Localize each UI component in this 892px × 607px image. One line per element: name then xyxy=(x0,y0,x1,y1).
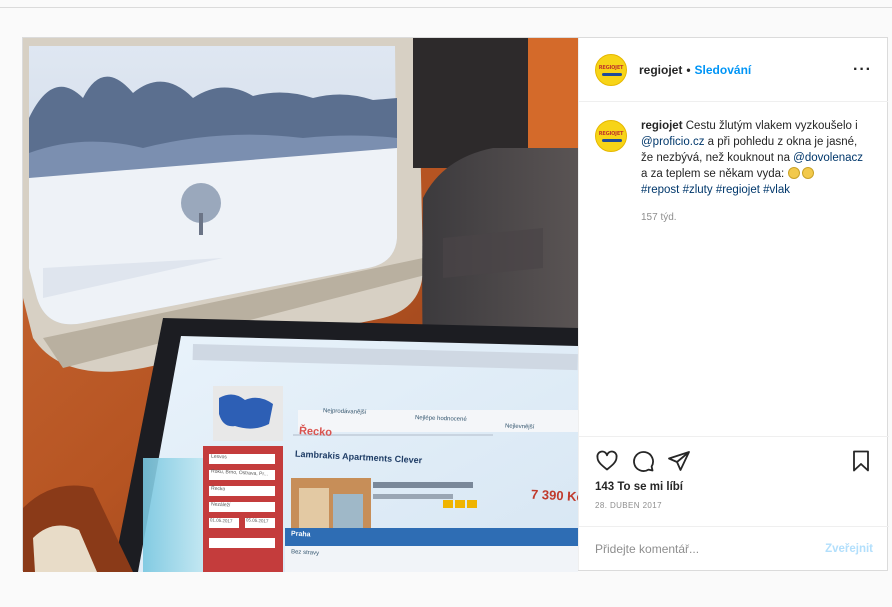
post-photo[interactable]: Řecko Lambrakis Apartments Clever 7 390 … xyxy=(23,38,578,572)
header-username[interactable]: regiojet xyxy=(639,63,682,77)
avatar-logo-text: REGIOJET xyxy=(598,64,624,71)
hashtag-zluty[interactable]: #zluty xyxy=(683,184,713,196)
post-actions: 143 To se mi líbí 28. DUBEN 2017 xyxy=(579,436,889,510)
post-sidebar: REGIOJET regiojet • Sledování ··· REGIOJ… xyxy=(578,38,889,570)
save-bookmark-icon[interactable] xyxy=(849,449,873,473)
caption-avatar-logo-text: REGIOJET xyxy=(598,131,624,137)
avatar-logo-bar xyxy=(602,72,622,76)
hashtag-repost[interactable]: #repost xyxy=(641,184,679,196)
caption-age[interactable]: 157 týd. xyxy=(641,210,863,226)
comment-box: Zveřejnit xyxy=(579,526,889,570)
share-icon[interactable] xyxy=(667,449,691,473)
caption-body: regiojet Cestu žlutým vlakem vyzkoušelo … xyxy=(641,118,863,226)
follow-button[interactable]: Sledování xyxy=(695,63,752,77)
caption-text-1: Cestu žlutým vlakem vyzkoušelo i xyxy=(682,120,858,132)
top-bar xyxy=(0,0,892,8)
caption-avatar[interactable]: REGIOJET xyxy=(595,120,627,152)
caption-username[interactable]: regiojet xyxy=(641,120,683,132)
instagram-post: Řecko Lambrakis Apartments Clever 7 390 … xyxy=(22,37,889,572)
post-date[interactable]: 28. DUBEN 2017 xyxy=(595,501,873,510)
heart-icon[interactable] xyxy=(595,449,619,473)
caption-avatar-logo-bar xyxy=(602,139,622,142)
caption-text-3: a za teplem se někam vyda: xyxy=(641,168,788,180)
more-options-icon[interactable]: ··· xyxy=(853,61,872,79)
hashtag-vlak[interactable]: #vlak xyxy=(763,184,790,196)
screen-select-1: Lesvos xyxy=(210,453,227,461)
screen-price: 7 390 Kč xyxy=(530,486,578,505)
screen-select-4: Nezáleží xyxy=(210,501,231,509)
hashtag-regiojet[interactable]: #regiojet xyxy=(716,184,760,196)
screen-sidebar-label: Praha xyxy=(290,530,311,539)
avatar[interactable]: REGIOJET xyxy=(595,53,627,86)
action-icons xyxy=(595,447,873,475)
screen-title: Řecko xyxy=(298,425,333,439)
post-caption: REGIOJET regiojet Cestu žlutým vlakem vy… xyxy=(579,102,888,226)
comment-icon[interactable] xyxy=(631,449,655,473)
caption-mention-dovolenacz[interactable]: @dovolenacz xyxy=(793,152,863,164)
post-header: REGIOJET regiojet • Sledování ··· xyxy=(579,38,888,102)
train-window-photo xyxy=(23,38,578,572)
post-comment-button[interactable]: Zveřejnit xyxy=(825,543,873,555)
like-count[interactable]: 143 To se mi líbí xyxy=(595,481,873,493)
grinning-emoji-icon xyxy=(788,167,801,179)
grinning-emoji-icon xyxy=(802,167,815,179)
screen-tab-3: Nejlevnější xyxy=(504,423,535,431)
header-separator: • xyxy=(686,62,691,77)
comment-input[interactable] xyxy=(595,541,795,556)
caption-mention-proficio[interactable]: @proficio.cz xyxy=(641,136,704,148)
screen-select-3: Řecko xyxy=(210,485,226,493)
